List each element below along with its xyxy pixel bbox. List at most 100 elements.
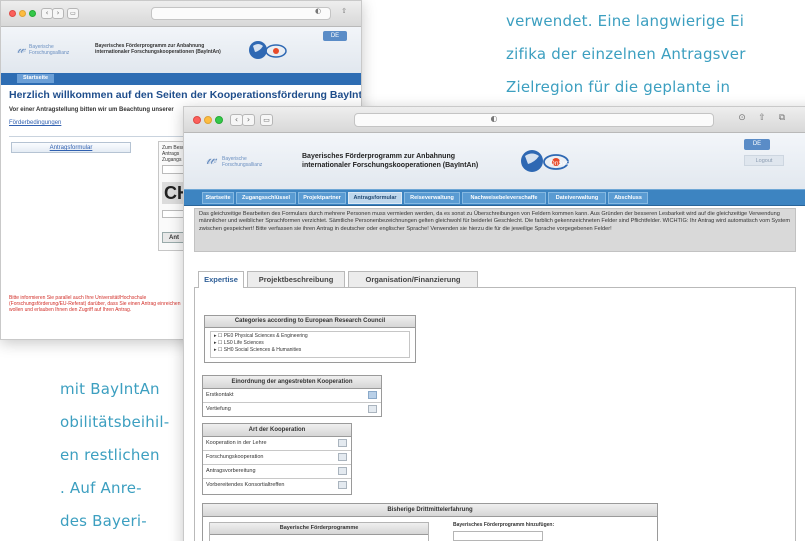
forward-nav-button[interactable]: › (242, 114, 255, 126)
tabs-icon[interactable]: ⧉ (776, 113, 788, 123)
nav-item-projektpartner[interactable]: Projektpartner (298, 192, 346, 204)
notice-box: Das gleichzeitige Bearbeiten des Formula… (194, 208, 796, 252)
nav-item-reiseverwaltung[interactable]: Reiseverwaltung (404, 192, 460, 204)
header-title-2: internationaler Forschungskooperationen … (302, 162, 479, 169)
panel-text: Zugangs (162, 157, 182, 163)
antragsformular-button[interactable]: Antragsformular (11, 142, 131, 153)
address-bar[interactable] (151, 7, 331, 20)
tree-item[interactable]: ▸ ☐ PE0 Physical Sciences & Engineering (214, 333, 406, 340)
erstkontakt-checkbox[interactable] (368, 391, 377, 399)
nav-item-dateiverwaltung[interactable]: Dateiverwaltung (548, 192, 606, 204)
table-header: Art der Kooperation (203, 424, 351, 437)
row-label: Antragsvorbereitung (206, 468, 256, 474)
intro-text: Vor einer Antragstellung bitten wir um B… (9, 107, 174, 113)
tree-item[interactable]: ▸ ☐ SH0 Social Sciences & Humanities (214, 347, 406, 354)
header-title-2: internationaler Forschungskooperationen … (95, 49, 221, 55)
table-header: Bisherige Drittmittelerfahrung (203, 504, 657, 517)
globe-logo-icon: OnSys (521, 150, 569, 172)
table-header: Categories according to European Researc… (205, 316, 415, 328)
zoom-window-icon[interactable] (215, 116, 223, 124)
forward-nav-button[interactable]: › (52, 8, 64, 19)
erc-tree: ▸ ☐ PE0 Physical Sciences & Engineering … (210, 331, 410, 358)
download-icon[interactable]: ⊙ (736, 113, 748, 123)
minimize-window-icon[interactable] (204, 116, 212, 124)
vertiefung-checkbox[interactable] (368, 405, 377, 413)
main-nav: Startseite Zugangsschlüssel Projektpartn… (184, 189, 805, 206)
programm-select[interactable] (453, 531, 543, 541)
language-label: DE (752, 141, 762, 147)
text-line: mit BayIntAn (60, 380, 160, 398)
minimize-window-icon[interactable] (19, 10, 26, 17)
browser-window-front: ‹ › ▭ ◐ ⊙ ⇧ ⧉ 𝓌 Bayerische Forschungsall… (183, 106, 805, 541)
erc-categories-table: Categories according to European Researc… (204, 315, 416, 363)
text-line: zifika der einzelnen Antragsver (506, 45, 746, 63)
page-title: Herzlich willkommen auf den Seiten der K… (9, 89, 362, 101)
table-row: Forschungskooperation (203, 451, 351, 465)
logo-mark-icon: 𝓌 (206, 151, 217, 168)
nav-item-zugangsschluessel[interactable]: Zugangsschlüssel (236, 192, 296, 204)
info-notice: Bitte informieren Sie parallel auch Ihre… (9, 295, 181, 313)
row-label: Erstkontakt (206, 392, 234, 398)
text-line: . Auf Anre- (60, 479, 142, 497)
tab-projektbeschreibung[interactable]: Projektbeschreibung (247, 271, 345, 287)
browser-toolbar: ‹ › ▭ ◐ ⊙ ⇧ ⧉ (184, 107, 805, 133)
row-label: Forschungskooperation (206, 454, 264, 460)
submit-label: Ant (169, 235, 179, 241)
logo-text: Bayerische Forschungsallianz (222, 156, 263, 168)
text-line: verwendet. Eine langwierige Ei (506, 12, 745, 30)
text-line: des Bayeri- (60, 512, 147, 530)
nav-item-nachweise[interactable]: Nachweisebeleverschaffe (462, 192, 546, 204)
share-icon[interactable]: ⇧ (756, 113, 768, 123)
box-header: Bayerische Förderprogramme (210, 523, 428, 535)
tree-item[interactable]: ▸ ☐ LS0 Life Sciences (214, 340, 406, 347)
svg-text:OnSys: OnSys (550, 160, 569, 167)
header-title-1: Bayerisches Förderprogramm zur Anbahnung (302, 153, 455, 160)
language-button[interactable]: DE (323, 31, 347, 41)
row-label: Vorbereitendes Konsortialtreffen (206, 482, 285, 488)
logo-mark-icon: 𝓌 (17, 42, 26, 56)
table-row: Kooperation in der Lehre (203, 437, 351, 451)
drittmittel-table: Bisherige Drittmittelerfahrung Bayerisch… (202, 503, 658, 541)
share-icon[interactable]: ⇧ (339, 7, 349, 15)
text-line: en restlichen (60, 446, 160, 464)
logo-text: Bayerische Forschungsallianz (29, 44, 70, 56)
row-label: Kooperation in der Lehre (206, 440, 267, 446)
nav-item-startseite[interactable]: Startseite (202, 192, 234, 204)
site-header: 𝓌 Bayerische Forschungsallianz Bayerisch… (1, 27, 361, 73)
lehre-checkbox[interactable] (338, 439, 347, 447)
nav-item-abschluss[interactable]: Abschluss (608, 192, 648, 204)
reader-icon[interactable]: ◐ (484, 114, 504, 123)
nav-item-antragsformular[interactable]: Antragsformular (348, 192, 402, 204)
konsortialtreffen-checkbox[interactable] (338, 481, 347, 489)
menu-bar: Startseite (1, 73, 361, 85)
form-tabs: Expertise Projektbeschreibung Organisati… (198, 271, 518, 288)
add-programm-label: Bayerisches Förderprogramm hinzufügen: (453, 522, 555, 528)
close-window-icon[interactable] (9, 10, 16, 17)
einordnung-table: Einordnung der angestrebten Kooperation … (202, 375, 382, 417)
add-programm-panel: Bayerisches Förderprogramm hinzufügen: (453, 522, 573, 541)
language-label: DE (330, 33, 340, 39)
tab-expertise[interactable]: Expertise (198, 271, 244, 288)
zoom-window-icon[interactable] (29, 10, 36, 17)
logout-button[interactable]: Logout (744, 155, 784, 166)
globe-logo-icon (249, 41, 287, 59)
table-row: Vorbereitendes Konsortialtreffen (203, 479, 351, 495)
logout-label: Logout (755, 158, 773, 164)
foerderbedingungen-link[interactable]: Förderbedingungen (9, 120, 61, 127)
close-window-icon[interactable] (193, 116, 201, 124)
art-der-kooperation-table: Art der Kooperation Kooperation in der L… (202, 423, 352, 495)
table-row: Antragsvorbereitung (203, 465, 351, 479)
forschung-checkbox[interactable] (338, 453, 347, 461)
reader-icon[interactable]: ◐ (311, 7, 325, 15)
antragsvorbereitung-checkbox[interactable] (338, 467, 347, 475)
address-bar[interactable] (354, 113, 714, 127)
table-row: Erstkontakt (203, 389, 381, 403)
tab-organisation-finanzierung[interactable]: Organisation/Finanzierung (348, 271, 478, 287)
language-button[interactable]: DE (744, 139, 770, 150)
sidebar-icon[interactable]: ▭ (260, 114, 273, 126)
sidebar-icon[interactable]: ▭ (67, 8, 79, 19)
menu-item-startseite[interactable]: Startseite (17, 74, 55, 83)
table-row: Vertiefung (203, 403, 381, 417)
table-header: Einordnung der angestrebten Kooperation (203, 376, 381, 389)
site-header: 𝓌 Bayerische Forschungsallianz Bayerisch… (184, 133, 805, 189)
